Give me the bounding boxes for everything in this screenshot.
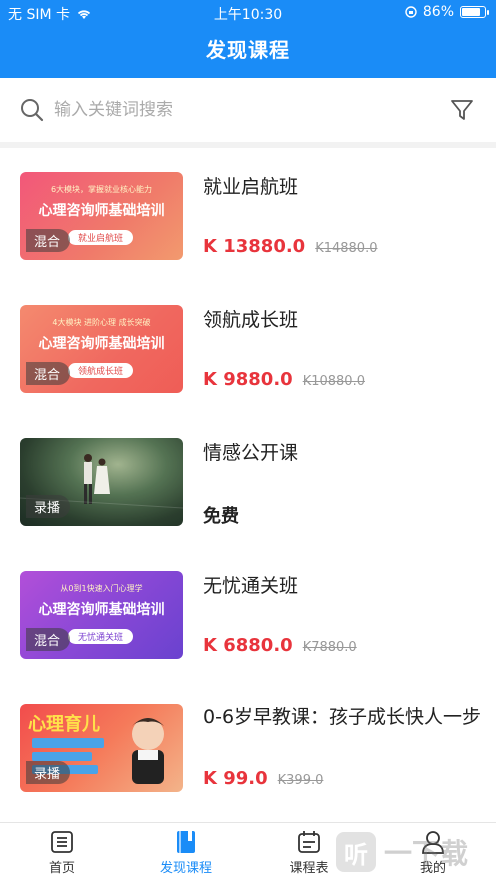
course-thumbnail: 心理育儿 录播 [20, 704, 183, 792]
course-title: 0-6岁早教课：孩子成长快人一步 [203, 706, 482, 728]
nav-label: 课程表 [289, 861, 329, 876]
course-thumbnail: 录播 [20, 438, 183, 526]
original-price: K14880.0 [315, 241, 378, 256]
schedule-icon [298, 831, 320, 853]
watermark-text: 一下载 [384, 837, 469, 870]
course-item[interactable]: 心理育儿 录播 0-6岁早教课：孩子成长快人一步 K 99.0 K399.0 [0, 680, 496, 813]
thumbnail-pill: 就业启航班 [68, 230, 134, 245]
thumbnail-title: 心理咨询师基础培训 [38, 602, 165, 618]
orientation-lock-icon [405, 6, 417, 18]
nav-label: 发现课程 [159, 861, 212, 876]
thumbnail-title: 心理咨询师基础培训 [38, 336, 165, 352]
original-price: K399.0 [277, 773, 324, 788]
course-thumbnail: 4大模块 进阶心理 成长突破 心理咨询师基础培训 领航成长班 混合 [20, 305, 183, 393]
search-icon[interactable] [20, 98, 44, 122]
original-price: K10880.0 [302, 374, 365, 389]
course-price: K 6880.0 [203, 635, 293, 656]
watermark-logo: 听 [336, 832, 376, 872]
page-title: 发现课程 [206, 38, 290, 62]
nav-item-home[interactable]: 首页 [17, 829, 107, 876]
original-price: K7880.0 [302, 640, 357, 655]
course-title: 情感公开课 [203, 442, 299, 464]
thumbnail-pill: 领航成长班 [68, 363, 134, 378]
mode-badge: 混合 [26, 229, 71, 252]
book-icon [177, 831, 195, 853]
app-header: 无 SIM 卡 上午10:30 86% 发现课程 [0, 0, 496, 78]
mode-badge: 录播 [26, 495, 71, 518]
course-thumbnail: 6大模块，掌握就业核心能力 心理咨询师基础培训 就业启航班 混合 [20, 172, 183, 260]
thumbnail-pill: 无忧通关班 [68, 629, 134, 644]
thumbnail-tagline: 4大模块 进阶心理 成长突破 [52, 318, 151, 327]
thumbnail-title: 心理咨询师基础培训 [38, 203, 165, 219]
course-item[interactable]: 4大模块 进阶心理 成长突破 心理咨询师基础培训 领航成长班 混合 领航成长班 … [0, 281, 496, 414]
course-title: 就业启航班 [203, 176, 299, 198]
home-list-icon [51, 831, 73, 853]
course-title: 领航成长班 [203, 309, 299, 331]
thumbnail-tagline: 6大模块，掌握就业核心能力 [50, 185, 153, 194]
filter-icon[interactable] [450, 98, 474, 122]
mode-badge: 混合 [26, 362, 71, 385]
course-thumbnail: 从0到1快速入门心理学 心理咨询师基础培训 无忧通关班 混合 [20, 571, 183, 659]
search-input[interactable] [54, 96, 414, 124]
battery-icon [460, 6, 489, 18]
nav-item-discover[interactable]: 发现课程 [141, 829, 231, 876]
course-title: 无忧通关班 [203, 575, 299, 597]
watermark: 听 一下载 [336, 832, 468, 872]
course-item[interactable]: 录播 情感公开课 免费 [0, 414, 496, 547]
nav-label: 首页 [48, 861, 75, 876]
course-price: K 99.0 [203, 768, 268, 789]
course-price: 免费 [203, 506, 239, 527]
search-bar [0, 78, 496, 142]
mode-badge: 混合 [26, 628, 71, 651]
mode-badge: 录播 [26, 761, 71, 784]
course-price: K 9880.0 [203, 369, 293, 390]
course-item[interactable]: 6大模块，掌握就业核心能力 心理咨询师基础培训 就业启航班 混合 就业启航班 K… [0, 148, 496, 281]
status-bar: 无 SIM 卡 上午10:30 86% [0, 0, 496, 26]
thumbnail-tagline: 从0到1快速入门心理学 [60, 584, 143, 593]
course-item[interactable]: 从0到1快速入门心理学 心理咨询师基础培训 无忧通关班 混合 无忧通关班 K 6… [0, 547, 496, 680]
course-price: K 13880.0 [203, 236, 306, 257]
battery-percent: 86% [422, 4, 454, 20]
